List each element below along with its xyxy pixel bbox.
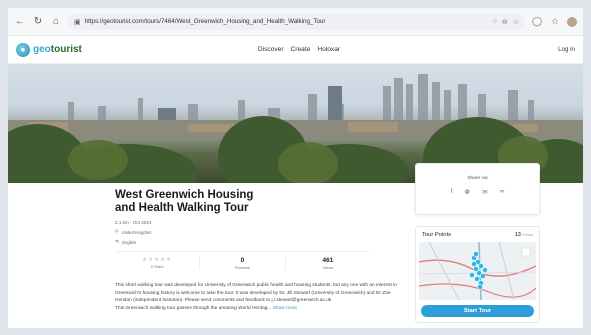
rating-stars-icon: ★★★★★ xyxy=(142,257,173,263)
facebook-icon[interactable]: f xyxy=(451,188,453,196)
location-text: United Kingdom xyxy=(121,229,152,235)
favorite-star-icon[interactable]: ☆ xyxy=(513,18,519,26)
home-icon[interactable]: ⌂ xyxy=(50,16,62,28)
stat-reviews[interactable]: 0 Reviews xyxy=(200,257,286,270)
twitter-icon[interactable]: ❁ xyxy=(465,188,471,196)
nav-create[interactable]: Create xyxy=(291,46,311,53)
url-text: https://geotourist.com/tours/7464/West_G… xyxy=(84,18,326,25)
tour-points-count-unit: Points xyxy=(522,233,533,237)
stat-stars-label: 0 Stars xyxy=(150,264,164,269)
stat-reviews-label: Reviews xyxy=(234,265,251,270)
tour-points-card: Tour Points 13 Points Start Tour xyxy=(415,226,540,323)
map-graphic xyxy=(419,242,536,300)
browser-window: ← ↻ ⌂ ▣ https://geotourist.com/tours/746… xyxy=(8,8,583,328)
back-arrow-icon[interactable]: ← xyxy=(14,16,26,28)
globe-logo-icon: ● xyxy=(16,42,30,57)
site-logo[interactable]: ● geo tourist xyxy=(16,42,82,57)
share-icons: f ❁ ✉ ∞ xyxy=(416,188,539,196)
tour-details: West Greenwich Housing and Health Walkin… xyxy=(115,189,403,312)
stat-views-value: 461 xyxy=(322,257,334,264)
tour-stats: ★★★★★ 0 Stars 0 Reviews 461 Views xyxy=(115,251,370,270)
nav-holoxar[interactable]: Holoxar xyxy=(317,46,340,53)
reload-icon[interactable]: ↻ xyxy=(32,16,44,28)
zoom-icon[interactable]: ⊖ xyxy=(502,18,508,26)
start-tour-button[interactable]: Start Tour xyxy=(421,305,534,317)
stat-reviews-value: 0 xyxy=(240,257,245,264)
stat-views: 461 Views xyxy=(286,257,370,270)
location-pin-icon: ⚲ xyxy=(115,229,119,235)
location-row: ⚲ United Kingdom xyxy=(115,229,403,235)
language-icon: ⇋ xyxy=(115,239,120,245)
tour-content: West Greenwich Housing and Health Walkin… xyxy=(8,163,583,328)
show-more-link[interactable]: Show more xyxy=(273,306,297,311)
tour-meta: 2.1 km · Oct 2024 xyxy=(115,220,152,225)
extensions-icon[interactable]: ◯ xyxy=(531,16,543,27)
email-icon[interactable]: ✉ xyxy=(482,188,488,196)
address-bar-actions: ○ ⊖ ☆ xyxy=(493,18,519,26)
tour-title: West Greenwich Housing and Health Walkin… xyxy=(115,189,254,214)
login-link[interactable]: Log in xyxy=(558,46,575,53)
tour-map[interactable] xyxy=(419,242,536,300)
tour-points-count: 13 Points xyxy=(515,232,533,238)
share-label: Share via xyxy=(467,176,488,181)
main-nav: Discover Create Holoxar xyxy=(258,46,340,53)
tour-points-count-value: 13 xyxy=(514,232,521,238)
address-bar[interactable]: ▣ https://geotourist.com/tours/7464/West… xyxy=(68,13,525,30)
collections-icon[interactable]: ☆ xyxy=(549,16,561,27)
logo-text-geo: geo xyxy=(33,44,51,55)
language-row: ⇋ English xyxy=(115,239,403,245)
description-text: This short walking tour was developed fo… xyxy=(115,283,397,304)
logo-text-tourist: tourist xyxy=(50,44,82,55)
tour-description: This short walking tour was developed fo… xyxy=(115,282,408,312)
profile-avatar[interactable] xyxy=(567,16,577,27)
search-icon[interactable]: ○ xyxy=(493,18,497,26)
stat-views-label: Views xyxy=(322,265,334,270)
lock-icon: ▣ xyxy=(74,18,81,26)
share-card: Share via f ❁ ✉ ∞ xyxy=(415,163,540,215)
tour-points-heading: Tour Points xyxy=(422,232,451,238)
nav-discover[interactable]: Discover xyxy=(258,46,284,53)
stat-stars[interactable]: ★★★★★ 0 Stars xyxy=(115,257,201,270)
tour-points-header: Tour Points 13 Points xyxy=(416,227,539,242)
link-icon[interactable]: ∞ xyxy=(500,188,505,196)
description-text-2: This Greenwich walking tour passes throu… xyxy=(115,305,272,311)
browser-toolbar: ← ↻ ⌂ ▣ https://geotourist.com/tours/746… xyxy=(8,8,583,36)
site-header: ● geo tourist Discover Create Holoxar Log… xyxy=(8,36,583,64)
language-text: English xyxy=(122,239,136,245)
